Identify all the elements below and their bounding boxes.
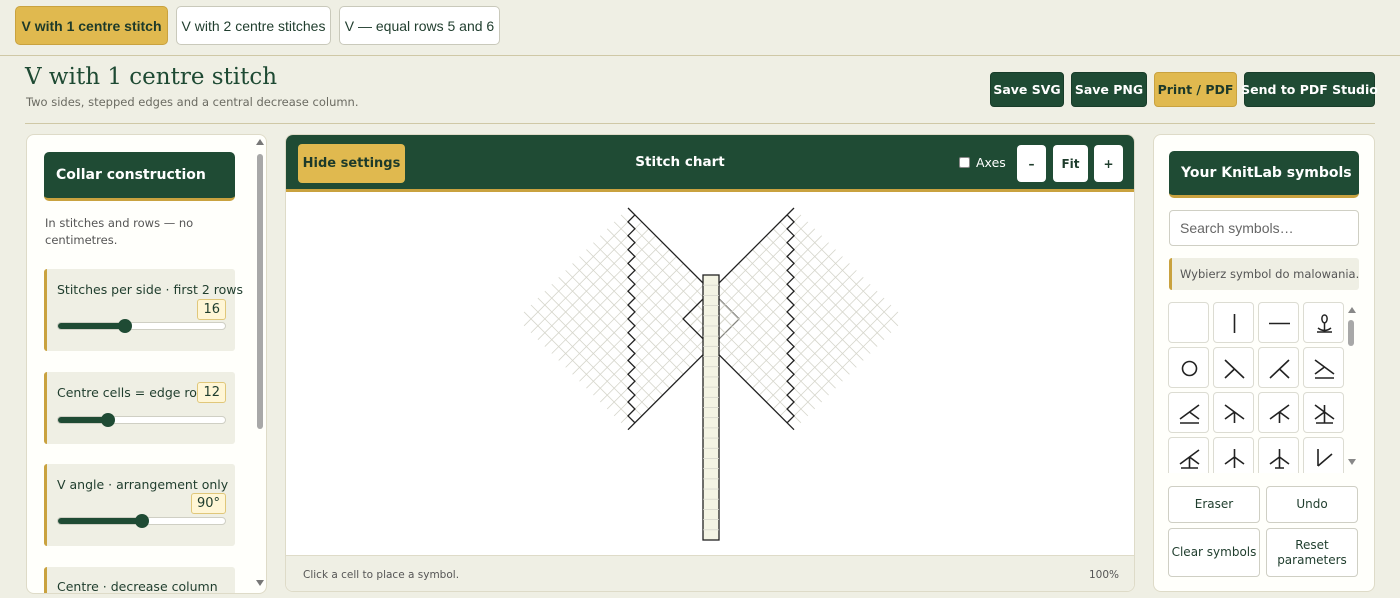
- right-decrease-symbol[interactable]: [1213, 347, 1254, 388]
- scroll-up-icon[interactable]: [256, 139, 264, 145]
- axes-toggle[interactable]: Axes: [959, 155, 1006, 170]
- save-svg-button[interactable]: Save SVG: [990, 72, 1064, 107]
- control-label: Stitches per side · first 2 rows: [57, 282, 244, 297]
- v-angle-slider[interactable]: [57, 514, 226, 528]
- right-decrease-stem-symbol[interactable]: [1213, 392, 1254, 433]
- page-title: V with 1 centre stitch: [25, 64, 278, 90]
- tab-v-2-centre-stitches[interactable]: V with 2 centre stitches: [176, 6, 331, 45]
- save-png-button[interactable]: Save PNG: [1071, 72, 1147, 107]
- hide-settings-button[interactable]: Hide settings: [298, 144, 405, 183]
- blank-symbol[interactable]: [1168, 302, 1209, 343]
- control-value: 90°: [190, 493, 226, 514]
- left-cdd-base-symbol[interactable]: [1168, 437, 1209, 473]
- control-stitches-per-side: Stitches per side · first 2 rows 16: [44, 269, 243, 351]
- symbols-heading: Your KnitLab symbols: [1169, 151, 1359, 198]
- symbol-scrollbar[interactable]: [1347, 305, 1357, 471]
- vertical-line-symbol[interactable]: [1213, 302, 1254, 343]
- page-subtitle: Two sides, stepped edges and a central d…: [26, 95, 359, 109]
- settings-note: In stitches and rows — no centimetres.: [45, 216, 194, 247]
- scroll-up-icon[interactable]: [1348, 307, 1356, 313]
- zoom-fit-button[interactable]: Fit: [1053, 145, 1088, 182]
- corner-decrease-symbol[interactable]: [1303, 437, 1344, 473]
- chart-toolbar: Hide settings Stitch chart Axes – Fit +: [286, 135, 1134, 192]
- clear-symbols-button[interactable]: Clear symbols: [1168, 528, 1260, 577]
- centre-column[interactable]: [702, 274, 720, 541]
- symbol-grid: [1168, 302, 1346, 473]
- stitches-per-side-slider[interactable]: [57, 319, 226, 333]
- zoom-out-button[interactable]: –: [1017, 145, 1046, 182]
- right-decrease-base-symbol[interactable]: [1303, 347, 1344, 388]
- chart-hint: Click a cell to place a symbol.: [303, 569, 460, 581]
- chart-title: Stitch chart: [635, 154, 725, 170]
- circle-symbol[interactable]: [1168, 347, 1209, 388]
- axes-label: Axes: [976, 155, 1006, 170]
- settings-panel: Collar construction In stitches and rows…: [26, 134, 267, 594]
- zoom-level: 100%: [1088, 569, 1119, 581]
- tab-v-1-centre-stitch[interactable]: V with 1 centre stitch: [15, 6, 168, 45]
- scroll-down-icon[interactable]: [256, 580, 264, 586]
- scrollbar-thumb[interactable]: [257, 154, 263, 429]
- slider-fill: [58, 323, 125, 329]
- horizontal-line-symbol[interactable]: [1258, 302, 1299, 343]
- left-decrease-symbol[interactable]: [1258, 347, 1299, 388]
- print-pdf-button[interactable]: Print / PDF: [1154, 72, 1237, 107]
- cdd-base-symbol[interactable]: [1303, 392, 1344, 433]
- slider-thumb[interactable]: [101, 413, 116, 427]
- chart-canvas[interactable]: [286, 192, 1135, 555]
- left-decrease-base-symbol[interactable]: [1168, 392, 1209, 433]
- scroll-down-icon[interactable]: [1348, 459, 1356, 465]
- eraser-button[interactable]: Eraser: [1168, 486, 1260, 523]
- central-double-decrease-stem-symbol[interactable]: [1258, 437, 1299, 473]
- control-centre-cells: Centre cells = edge rows 12: [44, 372, 235, 444]
- control-label: Centre · decrease column: [57, 579, 218, 594]
- send-to-pdf-studio-button[interactable]: Send to PDF Studio: [1241, 72, 1378, 107]
- left-decrease-stem-symbol[interactable]: [1258, 392, 1299, 433]
- control-value: 12: [197, 382, 226, 403]
- reset-parameters-button[interactable]: Reset parameters: [1266, 528, 1358, 577]
- central-double-decrease-symbol[interactable]: [1213, 437, 1254, 473]
- stitch-chart-panel: Hide settings Stitch chart Axes – Fit + …: [285, 134, 1135, 592]
- symbol-search-input[interactable]: [1169, 210, 1359, 246]
- slider-thumb[interactable]: [117, 319, 132, 333]
- centre-cells-slider[interactable]: [57, 413, 226, 427]
- stitch-chart[interactable]: [286, 192, 1135, 555]
- settings-scrollbar[interactable]: [255, 137, 267, 592]
- control-label: Centre cells = edge rows: [57, 385, 214, 400]
- header-divider: [25, 123, 1375, 124]
- control-v-angle: V angle · arrangement only 90°: [44, 464, 235, 546]
- slider-fill: [58, 518, 142, 524]
- tab-v-equal-rows[interactable]: V — equal rows 5 and 6: [339, 6, 500, 45]
- zoom-in-button[interactable]: +: [1094, 145, 1123, 182]
- control-label: V angle · arrangement only: [57, 477, 229, 492]
- symbol-hint: Wybierz symbol do malowania.: [1169, 258, 1359, 290]
- settings-heading: Collar construction: [44, 152, 235, 201]
- axes-checkbox[interactable]: [959, 157, 970, 168]
- control-centre-decrease-column: Centre · decrease column: [44, 567, 235, 594]
- symbols-panel: Your KnitLab symbols Wybierz symbol do m…: [1153, 134, 1375, 592]
- chart-footer: Click a cell to place a symbol. 100%: [286, 555, 1134, 591]
- slider-thumb[interactable]: [134, 514, 149, 528]
- template-tab-bar: V with 1 centre stitch V with 2 centre s…: [0, 0, 1400, 56]
- control-value: 16: [197, 299, 226, 320]
- bobble-symbol[interactable]: [1303, 302, 1344, 343]
- undo-button[interactable]: Undo: [1266, 486, 1358, 523]
- scrollbar-thumb[interactable]: [1348, 320, 1354, 346]
